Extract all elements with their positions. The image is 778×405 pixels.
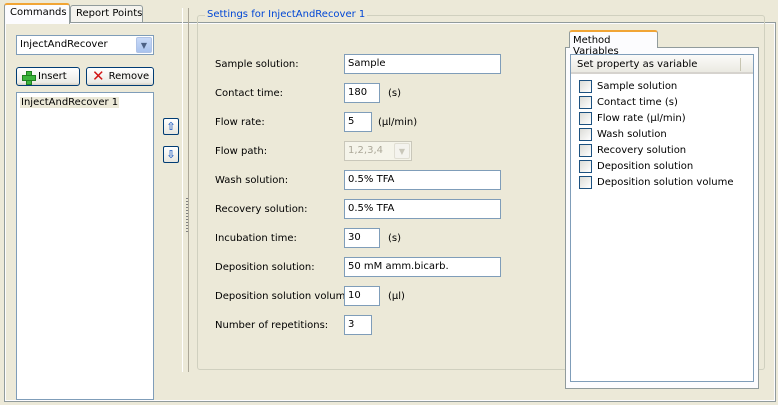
settings-group-title: Settings for InjectAndRecover 1 [205, 9, 368, 20]
checkbox[interactable] [579, 160, 592, 173]
deposition-volume-field[interactable]: 10 [344, 286, 380, 306]
list-item[interactable]: Deposition solution [579, 160, 693, 173]
list-item-label: Wash solution [597, 129, 667, 140]
list-item-label: Contact time (s) [597, 97, 678, 108]
deposition-volume-unit: (µl) [388, 291, 405, 302]
checkbox[interactable] [579, 144, 592, 157]
list-item[interactable]: Deposition solution volume [579, 176, 733, 189]
contact-time-unit: (s) [388, 88, 402, 99]
move-up-button[interactable]: ⇧ [163, 118, 179, 135]
list-item-label: Deposition solution volume [597, 177, 734, 188]
list-item-label: Recovery solution [597, 145, 687, 156]
splitter[interactable] [182, 8, 189, 372]
tab-report-points[interactable]: Report Points [70, 5, 143, 23]
list-item[interactable]: InjectAndRecover 1 [20, 97, 120, 108]
deposition-volume-label: Deposition solution volume: [215, 291, 355, 302]
column-header-label: Set property as variable [577, 59, 698, 70]
checkbox[interactable] [579, 80, 592, 93]
list-item-label: Flow rate (µl/min) [597, 113, 686, 124]
command-list[interactable]: InjectAndRecover 1 [16, 92, 154, 400]
insert-button[interactable]: Insert [16, 67, 80, 86]
flow-rate-label: Flow rate: [215, 117, 265, 128]
chevron-down-icon[interactable]: ▼ [136, 37, 152, 53]
repetitions-field[interactable]: 3 [344, 315, 372, 335]
checkbox[interactable] [579, 112, 592, 125]
recovery-solution-label: Recovery solution: [215, 204, 308, 215]
wash-solution-label: Wash solution: [215, 175, 289, 186]
command-select[interactable]: InjectAndRecover ▼ [16, 35, 154, 55]
checkbox[interactable] [579, 176, 592, 189]
command-select-value: InjectAndRecover [20, 39, 108, 50]
list-item-label: Deposition solution [597, 161, 694, 172]
deposition-solution-field[interactable]: 50 mM amm.bicarb. [344, 257, 501, 277]
sample-solution-field[interactable]: Sample [344, 54, 501, 74]
contact-time-label: Contact time: [215, 88, 284, 99]
flow-path-select[interactable]: 1,2,3,4 ▼ [344, 141, 412, 161]
sample-solution-label: Sample solution: [215, 59, 299, 70]
flow-rate-unit: (µl/min) [378, 117, 418, 128]
list-item[interactable]: Recovery solution [579, 144, 686, 157]
arrow-down-icon: ⇩ [166, 148, 176, 161]
method-variables-list[interactable]: Set property as variable Sample solution… [570, 54, 754, 382]
close-icon: ✕ [92, 67, 105, 85]
column-header[interactable]: Set property as variable [571, 55, 753, 74]
flow-rate-field[interactable]: 5 [344, 112, 372, 132]
move-down-button[interactable]: ⇩ [163, 146, 179, 163]
recovery-solution-field[interactable]: 0.5% TFA [344, 199, 501, 219]
wash-solution-field[interactable]: 0.5% TFA [344, 170, 501, 190]
incubation-time-unit: (s) [388, 233, 402, 244]
list-item[interactable]: Flow rate (µl/min) [579, 112, 686, 125]
list-item-label: Sample solution [597, 81, 678, 92]
tab-report-points-label: Report Points [76, 8, 143, 19]
column-separator[interactable] [740, 58, 741, 71]
tab-commands-label: Commands [10, 7, 67, 18]
list-item[interactable]: Contact time (s) [579, 96, 678, 109]
list-item[interactable]: Sample solution [579, 80, 677, 93]
arrow-up-icon: ⇧ [166, 120, 176, 133]
checkbox[interactable] [579, 96, 592, 109]
tab-method-variables-label: Method Variables [573, 35, 619, 57]
deposition-solution-label: Deposition solution: [215, 262, 315, 273]
flow-path-label: Flow path: [215, 146, 268, 157]
chevron-down-icon[interactable]: ▼ [394, 143, 410, 159]
incubation-time-field[interactable]: 30 [344, 228, 380, 248]
method-variables-panel: Set property as variable Sample solution… [565, 47, 759, 389]
tab-method-variables[interactable]: Method Variables [569, 30, 658, 57]
tab-commands[interactable]: Commands [4, 3, 70, 24]
incubation-time-label: Incubation time: [215, 233, 297, 244]
remove-button-label: Remove [108, 71, 150, 82]
checkbox[interactable] [579, 128, 592, 141]
contact-time-field[interactable]: 180 [344, 83, 380, 103]
list-item[interactable]: Wash solution [579, 128, 667, 141]
insert-button-label: Insert [38, 71, 67, 82]
flow-path-value: 1,2,3,4 [348, 145, 383, 156]
splitter-grip-icon[interactable] [186, 198, 188, 232]
remove-button[interactable]: ✕ Remove [86, 67, 154, 86]
plus-icon [22, 70, 36, 85]
repetitions-label: Number of repetitions: [215, 320, 329, 331]
